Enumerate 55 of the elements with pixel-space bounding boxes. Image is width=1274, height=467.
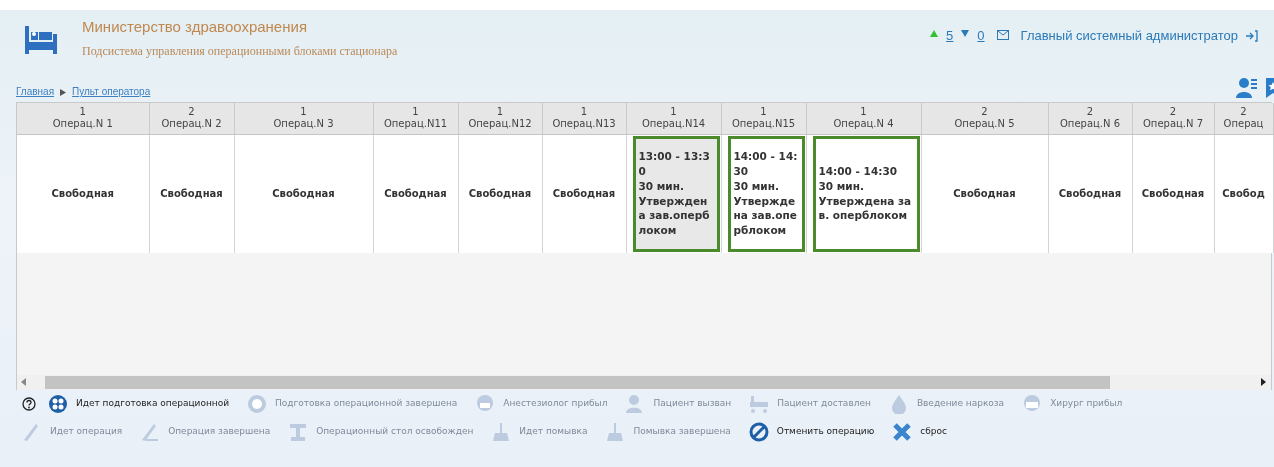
action-button[interactable]: сброс (892, 422, 947, 442)
free-slot-cell[interactable]: Свободная (1132, 134, 1214, 253)
free-slot-cell[interactable]: Свободная (921, 134, 1048, 253)
breadcrumb-link[interactable]: Главная (16, 86, 55, 97)
action-button[interactable]: Идет подготовка операционной (48, 394, 230, 414)
column-header: 2 Операц.N 2 (149, 103, 234, 134)
stretcher-icon (749, 394, 770, 414)
prep-icon (48, 394, 68, 414)
cancel-icon (748, 422, 769, 442)
logout-icon[interactable] (1246, 30, 1258, 42)
mail-icon[interactable] (996, 30, 1009, 40)
prep-done-icon (247, 394, 268, 414)
column-header: 1 Операц.N15 (721, 103, 806, 134)
mop-icon (491, 422, 512, 442)
free-slot-cell[interactable]: Свободная (542, 134, 626, 253)
user-list-icon[interactable] (1236, 78, 1258, 98)
free-slot-cell[interactable]: Свободная (458, 134, 542, 253)
table-icon (288, 422, 309, 442)
column-header: 1 Операц.N12 (458, 103, 542, 134)
booking-cell[interactable]: 14:00 - 14:30 30 мин. Утверждена зав. оперблоком (812, 135, 920, 252)
column-header: 2 Операц.N 5 (921, 103, 1048, 134)
booking-cell[interactable]: 13:00 - 13:30 30 мин. Утверждена зав.оперблоком (632, 135, 720, 252)
free-slot-cell[interactable]: Свободная (373, 134, 458, 253)
free-slot-cell[interactable]: Свободная (17, 134, 149, 253)
action-button[interactable]: Отменить операцию (748, 422, 875, 442)
free-slot-cell[interactable]: Свободная (234, 134, 373, 253)
column-header: 1 Операц.N 1 (17, 103, 149, 134)
breadcrumb-link[interactable]: Пульт оператора (72, 86, 151, 97)
column-header: 1 Операц.N11 (373, 103, 458, 134)
column-header: 1 Операц.N13 (542, 103, 626, 134)
column-header: 2 Операц.N 6 (1048, 103, 1132, 134)
column-header: 2 Операц.N 7 (1132, 103, 1214, 134)
scrollbar-thumb[interactable] (45, 375, 1110, 389)
column-header: 1 Операц.N14 (626, 103, 721, 134)
free-slot-cell[interactable]: Свободная (1048, 134, 1132, 253)
mop-done-icon (605, 422, 626, 442)
free-slot-cell[interactable]: Свобод (1214, 134, 1273, 253)
counter-up-link[interactable]: 5 (946, 26, 954, 46)
down-arrow-icon (961, 30, 970, 37)
user-name[interactable]: Главный системный администратор (1020, 26, 1238, 46)
bed-icon (24, 26, 58, 54)
up-arrow-icon (930, 30, 939, 37)
free-slot-cell[interactable]: Свободная (149, 134, 234, 253)
help-icon[interactable] (22, 397, 36, 411)
column-header: 2 Операц (1214, 103, 1273, 134)
column-header: 1 Операц.N 4 (806, 103, 921, 134)
counter-down-link[interactable]: 0 (977, 26, 985, 46)
app-title: Министерство здравоохранения (82, 18, 308, 36)
app-subtitle: Подсистема управления операционными блоками стационара (82, 43, 398, 60)
booking-cell[interactable]: 14:00 - 14:30 30 мин. Утверждена зав.оперблоком (727, 135, 805, 252)
scroll-left-icon[interactable] (21, 378, 27, 386)
column-header: 1 Операц.N 3 (234, 103, 373, 134)
scroll-right-icon[interactable] (1261, 378, 1267, 386)
chevron-icon (60, 88, 67, 96)
close-icon (892, 422, 913, 442)
